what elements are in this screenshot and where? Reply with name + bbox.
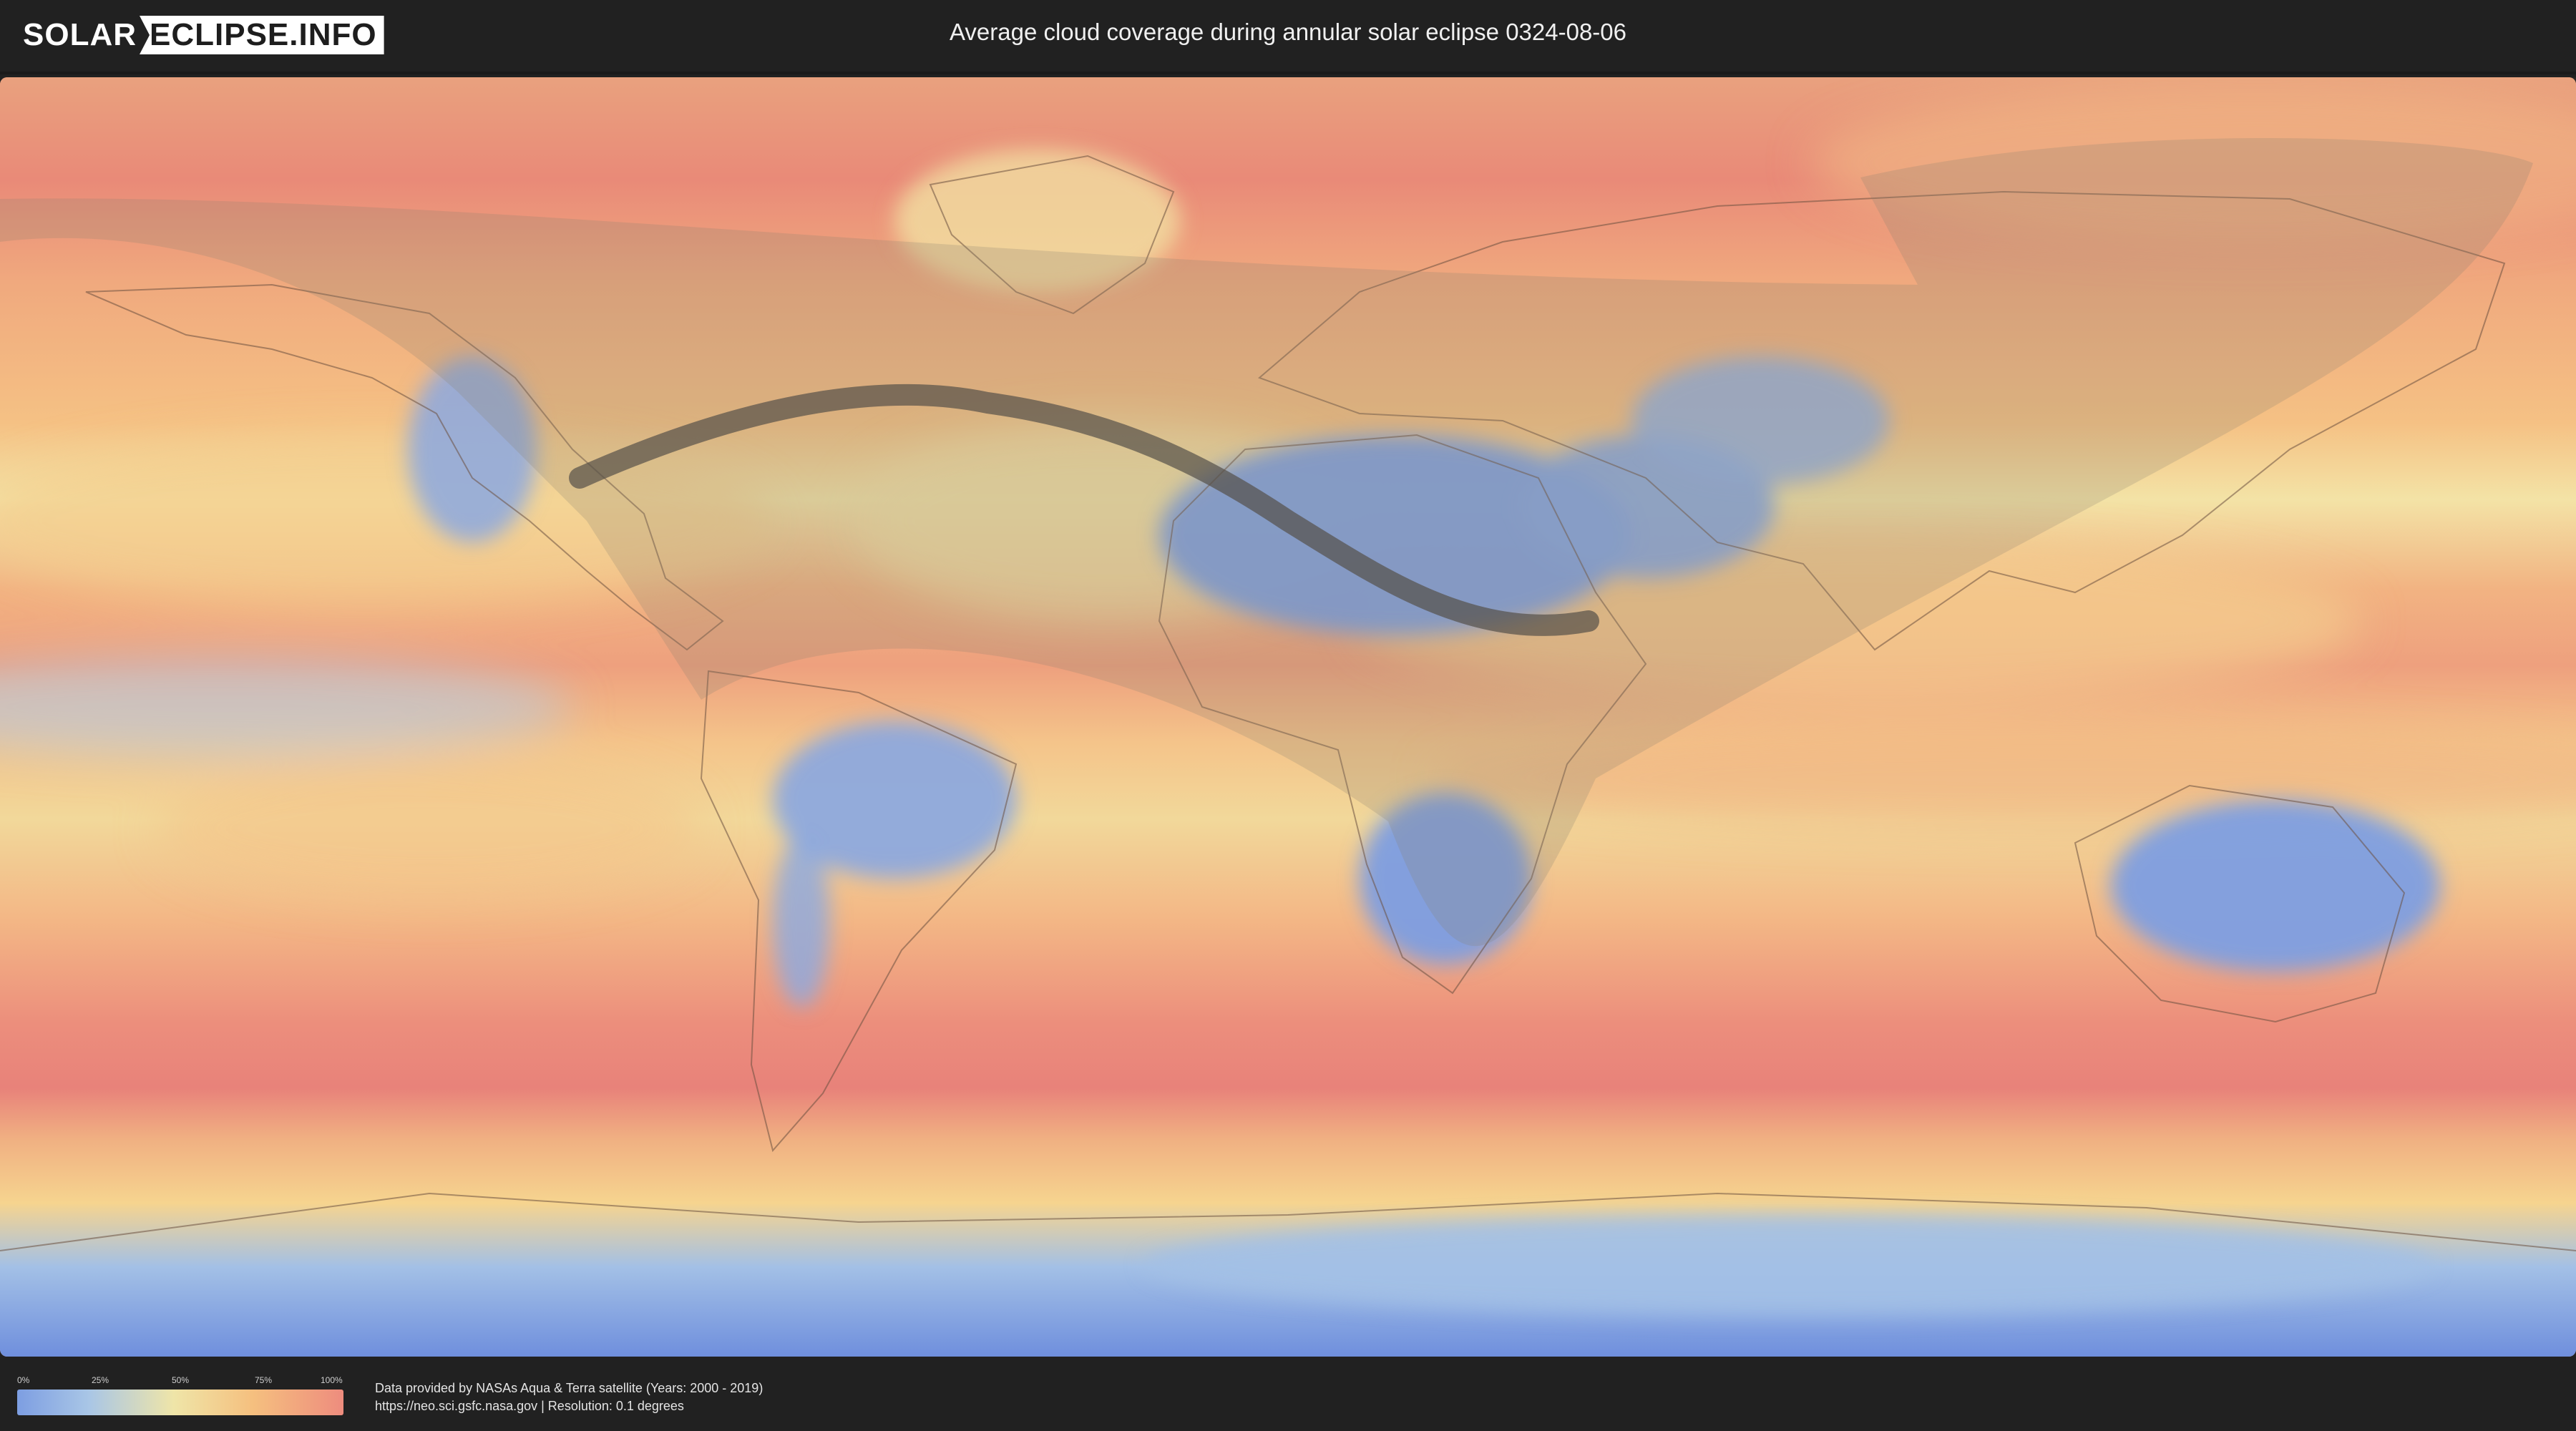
legend-tick-100: 100%: [321, 1375, 343, 1385]
data-credits: Data provided by NASAs Aqua & Terra sate…: [375, 1379, 763, 1415]
cloud-coverage-map[interactable]: [0, 77, 2576, 1357]
legend-tick-75: 75%: [255, 1375, 273, 1385]
header-bar: SOLAR ECLIPSE.INFO Average cloud coverag…: [0, 0, 2576, 74]
page-title: Average cloud coverage during annular so…: [949, 19, 1626, 45]
legend-tick-50: 50%: [172, 1375, 190, 1385]
australia-clear-region: [2111, 800, 2440, 972]
footer-bar: 0% 25% 50% 75% 100% Data provided by NAS…: [0, 1359, 2576, 1431]
credits-line-1: Data provided by NASAs Aqua & Terra sate…: [375, 1381, 763, 1395]
legend-ticks: 0% 25% 50% 75% 100%: [17, 1375, 343, 1385]
legend-tick-25: 25%: [92, 1375, 109, 1385]
antarctica-clear-region: [1145, 1215, 2433, 1315]
legend-color-bar: [17, 1390, 343, 1415]
andes-clear-region: [773, 836, 830, 1007]
legend-tick-0: 0%: [17, 1375, 30, 1385]
cloud-coverage-legend: 0% 25% 50% 75% 100%: [17, 1375, 343, 1418]
map-canvas: [0, 77, 2576, 1357]
credits-line-2: https://neo.sci.gsfc.nasa.gov | Resoluti…: [375, 1399, 684, 1413]
